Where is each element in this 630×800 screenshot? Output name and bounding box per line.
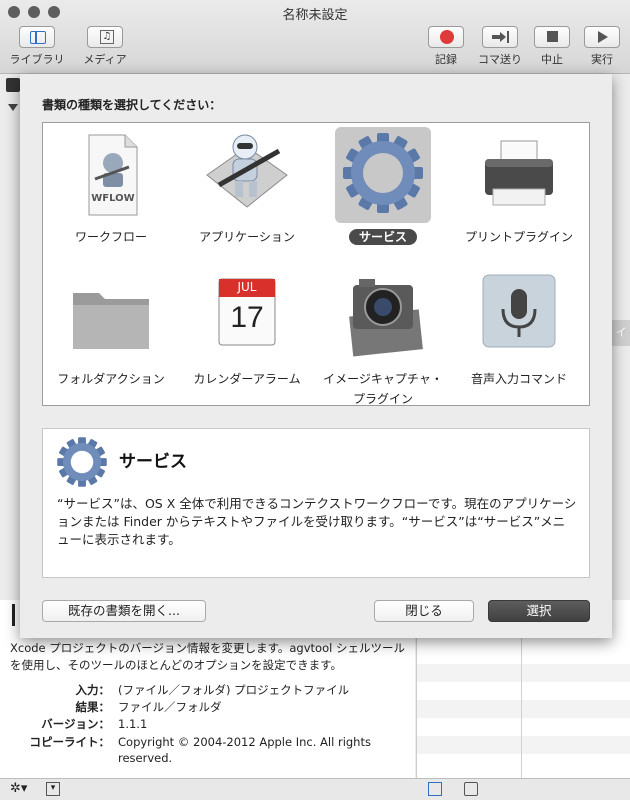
window-titlebar: 名称未設定 ライブラリ ♫ メディア 記録 コマ送り 中止 実行 [0, 0, 630, 74]
stop-button[interactable]: 中止 [530, 26, 574, 67]
type-workflow[interactable]: WFLOW ワークフロー [51, 127, 171, 247]
printer-icon [471, 127, 567, 223]
folder-icon [63, 269, 159, 365]
detail-gear-icon [55, 435, 109, 492]
collapse-icon[interactable]: ▾ [46, 782, 60, 796]
detail-description: “サービス”は、OS X 全体で利用できるコンテクストワークフローです。現在のア… [57, 496, 577, 547]
choose-button[interactable]: 選択 [488, 600, 590, 622]
step-button[interactable]: コマ送り [472, 26, 528, 67]
calendar-icon: JUL 17 [199, 269, 295, 365]
info-row-copyright: コピーライト： Copyright © 2004-2012 Apple Inc. … [29, 735, 371, 765]
gear-menu-icon[interactable]: ✲▾ [10, 781, 27, 796]
record-label: 記録 [435, 53, 457, 66]
camera-icon [335, 269, 431, 365]
gear-icon [335, 127, 431, 223]
robot-icon [199, 127, 295, 223]
type-application[interactable]: アプリケーション [187, 127, 307, 247]
media-label: メディア [83, 53, 127, 66]
sheet-heading: 書類の種類を選択してください： [42, 98, 222, 112]
stop-label: 中止 [541, 53, 563, 66]
run-button[interactable]: 実行 [580, 26, 624, 67]
workflow-document-icon: WFLOW [63, 127, 159, 223]
library-button[interactable]: ライブラリ [8, 26, 66, 67]
document-type-sheet: 書類の種類を選択してください： WFLOW ワークフロー アプリケーション サー… [20, 74, 612, 638]
media-button[interactable]: ♫ メディア [76, 26, 134, 67]
action-icon-fragment [12, 604, 15, 626]
step-label: コマ送り [478, 53, 522, 66]
type-dictation-command[interactable]: 音声入力コマンド [459, 269, 579, 389]
flow-view-icon[interactable] [464, 782, 478, 796]
microphone-icon [471, 269, 567, 365]
type-service[interactable]: サービス [323, 127, 443, 247]
step-icon [482, 26, 518, 48]
media-icon: ♫ [87, 26, 123, 48]
type-image-capture-plugin[interactable]: イメージキャプチャ・プラグイン [323, 269, 443, 409]
stop-icon [534, 26, 570, 48]
type-print-plugin[interactable]: プリントプラグイン [459, 127, 579, 247]
record-button[interactable]: 記録 [424, 26, 468, 67]
selected-type-label: サービス [348, 229, 417, 245]
side-panel-tab[interactable]: イ [612, 320, 630, 346]
type-calendar-alarm[interactable]: JUL 17 カレンダーアラーム [187, 269, 307, 389]
play-icon [584, 26, 620, 48]
type-detail-panel: サービス “サービス”は、OS X 全体で利用できるコンテクストワークフローです… [42, 428, 590, 578]
list-view-icon[interactable] [428, 782, 442, 796]
detail-title: サービス [119, 452, 187, 472]
type-folder-action[interactable]: フォルダアクション [51, 269, 171, 389]
library-icon [19, 26, 55, 48]
run-label: 実行 [591, 53, 613, 66]
action-description: Xcode プロジェクトのバージョン情報を変更します。agvtool シェルツー… [10, 641, 405, 672]
open-existing-button[interactable]: 既存の書類を開く... [42, 600, 206, 622]
bottom-bar: ✲▾ ▾ [0, 778, 630, 800]
window-title: 名称未設定 [282, 8, 348, 23]
document-type-grid: WFLOW ワークフロー アプリケーション サービス プリントプラグイン フォル… [42, 122, 590, 406]
record-icon [428, 26, 464, 48]
disclosure-triangle-icon[interactable] [8, 104, 18, 111]
background-tab-icon [6, 78, 20, 92]
library-label: ライブラリ [9, 53, 65, 66]
close-button[interactable]: 閉じる [374, 600, 474, 622]
